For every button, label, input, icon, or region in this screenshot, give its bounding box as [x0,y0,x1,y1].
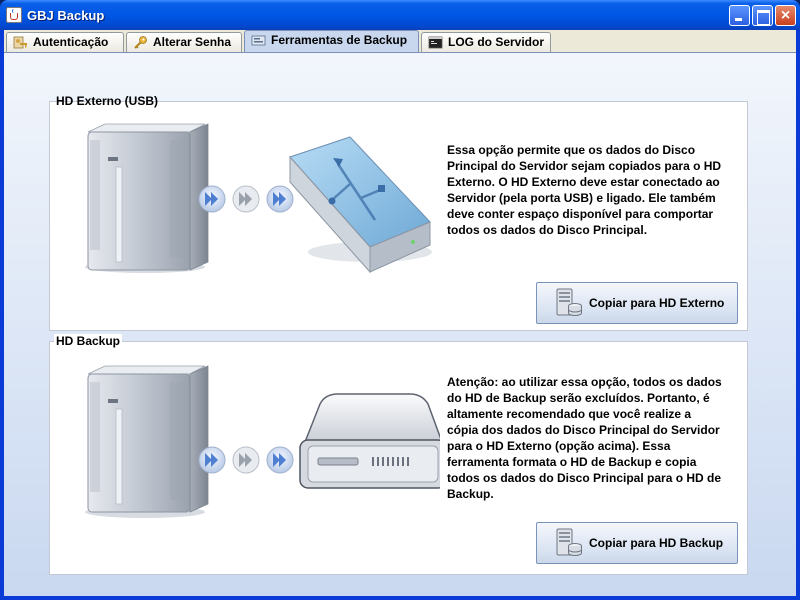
tab-strip: Autenticação Alterar Senha Ferramentas d… [4,30,796,52]
key-user-icon [13,36,27,49]
tools-icon [251,35,266,46]
app-window: GBJ Backup × Autenticação Alterar Senha … [0,0,800,600]
tab-content-panel: HD Externo (USB) Essa opção permite que … [4,52,796,596]
window-client: Autenticação Alterar Senha Ferramentas d… [4,30,796,596]
tab-label: Ferramentas de Backup [271,33,408,47]
maximize-button[interactable] [752,5,773,26]
group-hd-backup: HD Backup Atenção: ao utilizar essa opçã… [49,334,748,575]
server-database-icon [556,288,582,316]
minimize-button[interactable] [729,5,750,26]
title-bar[interactable]: GBJ Backup × [0,0,800,30]
arrow-forward-icon [198,185,294,213]
maximize-icon [753,6,772,25]
tab-ferramentas-de-backup[interactable]: Ferramentas de Backup [244,30,419,52]
window-title: GBJ Backup [27,8,105,23]
tab-log-do-servidor[interactable]: LOG do Servidor [421,32,551,52]
tab-alterar-senha[interactable]: Alterar Senha [126,32,242,52]
backup-illustration [85,365,440,518]
minimize-icon [730,6,749,25]
server-icon [85,123,209,273]
java-cup-icon [6,7,22,23]
copy-to-backup-button[interactable]: Copiar para HD Backup [536,522,738,564]
close-button[interactable]: × [775,5,796,26]
tab-autenticacao[interactable]: Autenticação [6,32,124,52]
usb-drive-icon [289,136,432,274]
backup-illustration [85,123,432,274]
key-icon [134,36,147,49]
server-database-icon [556,528,582,556]
copy-to-external-button[interactable]: Copiar para HD Externo [536,282,738,324]
section-description: Essa opção permite que os dados do Disco… [447,143,722,237]
button-label: Copiar para HD Externo [589,296,725,310]
tab-label: Alterar Senha [153,35,232,49]
hard-drive-icon [299,393,440,489]
terminal-icon [428,36,443,49]
server-icon [85,365,209,518]
section-description: Atenção: ao utilizar essa opção, todos o… [447,375,722,501]
close-icon: × [780,7,791,24]
tab-label: Autenticação [33,35,109,49]
arrow-forward-icon [198,446,294,474]
group-hd-externo: HD Externo (USB) Essa opção permite que … [49,94,748,331]
tab-label: LOG do Servidor [448,35,545,49]
button-label: Copiar para HD Backup [589,536,724,550]
